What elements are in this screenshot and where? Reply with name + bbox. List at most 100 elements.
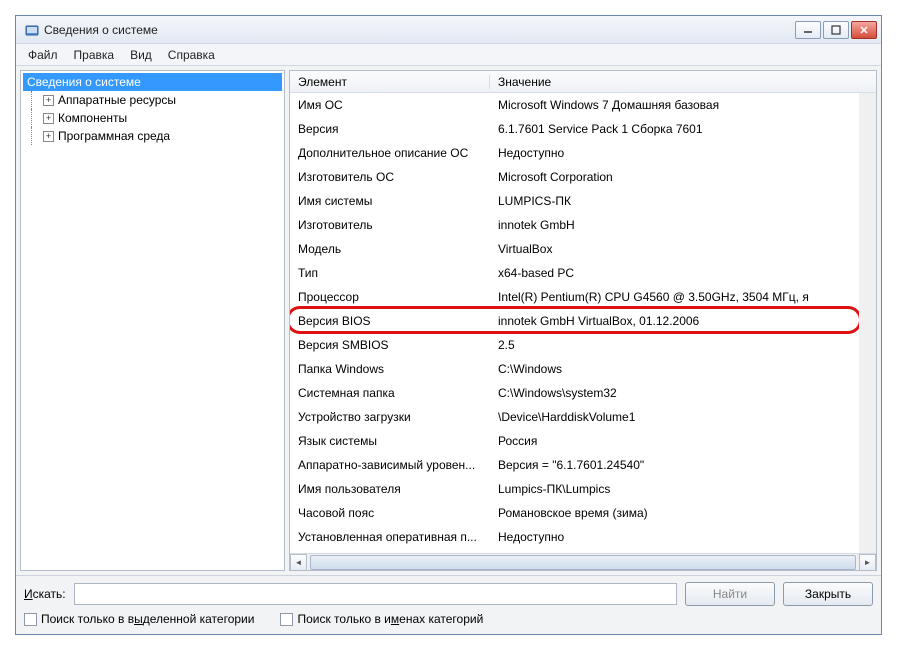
table-row[interactable]: Имя системыLUMPICS-ПК [290, 189, 876, 213]
cell-element: Язык системы [290, 434, 490, 448]
checkbox-selected-category[interactable]: Поиск только в выделенной категории [24, 612, 254, 626]
cell-element: Тип [290, 266, 490, 280]
cell-value: LUMPICS-ПК [490, 194, 876, 208]
cell-element: Версия SMBIOS [290, 338, 490, 352]
content-area: Сведения о системе + Аппаратные ресурсы … [16, 66, 881, 575]
cell-value: VirtualBox [490, 242, 876, 256]
table-row[interactable]: Типx64-based PC [290, 261, 876, 285]
scroll-left-icon[interactable]: ◄ [290, 554, 307, 571]
table-row[interactable]: Изготовитель ОСMicrosoft Corporation [290, 165, 876, 189]
cell-element: Папка Windows [290, 362, 490, 376]
cell-element: Системная папка [290, 386, 490, 400]
table-row[interactable]: Версия SMBIOS2.5 [290, 333, 876, 357]
vertical-scrollbar[interactable] [859, 93, 876, 553]
category-tree[interactable]: Сведения о системе + Аппаратные ресурсы … [20, 70, 285, 571]
tree-node-hardware[interactable]: + Аппаратные ресурсы [23, 91, 282, 109]
table-row[interactable]: Язык системыРоссия [290, 429, 876, 453]
cell-element: Модель [290, 242, 490, 256]
detail-list[interactable]: Имя ОСMicrosoft Windows 7 Домашняя базов… [290, 93, 876, 553]
search-panel: Искать: Найти Закрыть Поиск только в выд… [16, 575, 881, 634]
find-button[interactable]: Найти [685, 582, 775, 606]
checkbox-icon[interactable] [280, 613, 293, 626]
cell-element: Версия BIOS [290, 314, 490, 328]
cell-value: Microsoft Windows 7 Домашняя базовая [490, 98, 876, 112]
cell-element: Процессор [290, 290, 490, 304]
cell-value: Романовское время (зима) [490, 506, 876, 520]
table-row[interactable]: Дополнительное описание ОСНедоступно [290, 141, 876, 165]
table-row[interactable]: Имя ОСMicrosoft Windows 7 Домашняя базов… [290, 93, 876, 117]
cell-value: Версия = "6.1.7601.24540" [490, 458, 876, 472]
table-row[interactable]: Часовой поясРомановское время (зима) [290, 501, 876, 525]
cell-value: C:\Windows [490, 362, 876, 376]
app-icon [24, 22, 40, 38]
cell-value: Недоступно [490, 146, 876, 160]
checkbox-icon[interactable] [24, 613, 37, 626]
horizontal-scrollbar[interactable]: ◄ ► [290, 553, 876, 570]
cell-value: innotek GmbH [490, 218, 876, 232]
expand-icon[interactable]: + [43, 95, 54, 106]
table-row[interactable]: Версия BIOSinnotek GmbH VirtualBox, 01.1… [290, 309, 876, 333]
search-label: Искать: [24, 587, 66, 601]
expand-icon[interactable]: + [43, 131, 54, 142]
search-input[interactable] [74, 583, 677, 605]
table-row[interactable]: Версия6.1.7601 Service Pack 1 Сборка 760… [290, 117, 876, 141]
menubar: Файл Правка Вид Справка [16, 44, 881, 66]
cell-value: Microsoft Corporation [490, 170, 876, 184]
menu-edit[interactable]: Правка [66, 46, 123, 64]
cell-value: Россия [490, 434, 876, 448]
expand-icon[interactable]: + [43, 113, 54, 124]
close-search-button[interactable]: Закрыть [783, 582, 873, 606]
menu-view[interactable]: Вид [122, 46, 160, 64]
cell-element: Изготовитель ОС [290, 170, 490, 184]
table-row[interactable]: Аппаратно-зависимый уровен...Версия = "6… [290, 453, 876, 477]
cell-value: C:\Windows\system32 [490, 386, 876, 400]
window-title: Сведения о системе [44, 23, 795, 37]
table-row[interactable]: ПроцессорIntel(R) Pentium(R) CPU G4560 @… [290, 285, 876, 309]
cell-value: x64-based PC [490, 266, 876, 280]
column-element[interactable]: Элемент [290, 75, 490, 89]
detail-pane: Элемент Значение Имя ОСMicrosoft Windows… [289, 70, 877, 571]
cell-element: Имя ОС [290, 98, 490, 112]
menu-file[interactable]: Файл [20, 46, 66, 64]
cell-element: Часовой пояс [290, 506, 490, 520]
cell-value: \Device\HarddiskVolume1 [490, 410, 876, 424]
cell-element: Изготовитель [290, 218, 490, 232]
tree-label: Программная среда [58, 129, 170, 143]
cell-element: Имя системы [290, 194, 490, 208]
cell-value: 2.5 [490, 338, 876, 352]
scroll-right-icon[interactable]: ► [859, 554, 876, 571]
system-info-window: Сведения о системе Файл Правка Вид Справ… [15, 15, 882, 635]
cell-value: 6.1.7601 Service Pack 1 Сборка 7601 [490, 122, 876, 136]
tree-node-system-summary[interactable]: Сведения о системе [23, 73, 282, 91]
cell-element: Устройство загрузки [290, 410, 490, 424]
cell-element: Версия [290, 122, 490, 136]
table-row[interactable]: Установленная оперативная п...Недоступно [290, 525, 876, 549]
checkbox-category-names[interactable]: Поиск только в именах категорий [280, 612, 483, 626]
tree-label: Аппаратные ресурсы [58, 93, 176, 107]
tree-label: Компоненты [58, 111, 127, 125]
column-header: Элемент Значение [290, 71, 876, 93]
tree-label: Сведения о системе [27, 75, 141, 89]
menu-help[interactable]: Справка [160, 46, 223, 64]
minimize-button[interactable] [795, 21, 821, 39]
cell-element: Имя пользователя [290, 482, 490, 496]
cell-element: Аппаратно-зависимый уровен... [290, 458, 490, 472]
cell-element: Дополнительное описание ОС [290, 146, 490, 160]
tree-node-software[interactable]: + Программная среда [23, 127, 282, 145]
table-row[interactable]: Папка WindowsC:\Windows [290, 357, 876, 381]
tree-node-components[interactable]: + Компоненты [23, 109, 282, 127]
close-button[interactable] [851, 21, 877, 39]
table-row[interactable]: Изготовительinnotek GmbH [290, 213, 876, 237]
scroll-thumb[interactable] [310, 555, 856, 570]
maximize-button[interactable] [823, 21, 849, 39]
cell-value: Lumpics-ПК\Lumpics [490, 482, 876, 496]
table-row[interactable]: Устройство загрузки\Device\HarddiskVolum… [290, 405, 876, 429]
titlebar: Сведения о системе [16, 16, 881, 44]
cell-element: Установленная оперативная п... [290, 530, 490, 544]
table-row[interactable]: Имя пользователяLumpics-ПК\Lumpics [290, 477, 876, 501]
cell-value: Intel(R) Pentium(R) CPU G4560 @ 3.50GHz,… [490, 290, 876, 304]
cell-value: Недоступно [490, 530, 876, 544]
table-row[interactable]: Системная папкаC:\Windows\system32 [290, 381, 876, 405]
column-value[interactable]: Значение [490, 75, 876, 89]
table-row[interactable]: МодельVirtualBox [290, 237, 876, 261]
